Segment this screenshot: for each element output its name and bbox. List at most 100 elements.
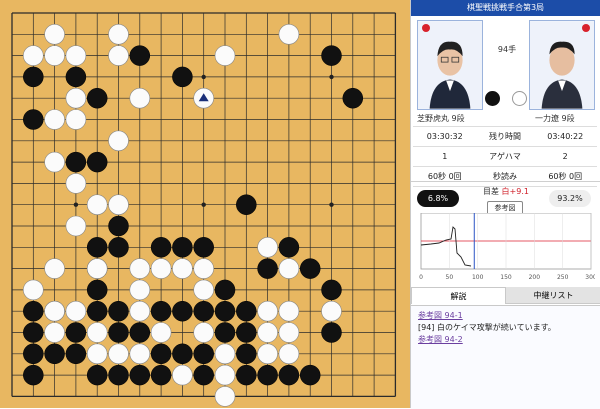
black-stone <box>172 66 193 88</box>
black-stone <box>236 194 257 215</box>
white-stone <box>214 45 236 66</box>
player-photo-icon <box>418 21 482 109</box>
tab-commentary[interactable]: 解説 <box>411 287 506 304</box>
white-stone <box>129 258 151 279</box>
white-stone <box>257 343 278 365</box>
black-stone <box>150 364 172 386</box>
white-stone <box>86 322 108 343</box>
white-stone <box>150 322 172 343</box>
black-stone <box>86 87 108 109</box>
black-stone <box>86 279 108 301</box>
white-stone <box>44 23 65 45</box>
black-stone <box>193 364 214 386</box>
agehama-label: アゲハマ <box>476 146 534 167</box>
white-stone <box>150 258 172 279</box>
white-stone <box>65 109 87 130</box>
black-stone <box>108 322 129 343</box>
divider <box>411 181 600 182</box>
black-stone <box>150 343 172 365</box>
white-stone <box>108 343 129 365</box>
black-stone <box>236 364 257 386</box>
black-stone <box>321 279 342 301</box>
white-stone <box>193 258 214 279</box>
black-stone <box>23 300 44 322</box>
black-stone <box>129 45 151 66</box>
white-time: 03:40:22 <box>533 126 597 147</box>
white-stone <box>108 130 129 152</box>
black-stone <box>65 322 87 343</box>
black-stone <box>172 237 193 258</box>
black-stone <box>299 258 321 279</box>
white-stone <box>172 258 193 279</box>
win-rate-graph[interactable]: 0 50 100 150 200 250 300 <box>417 213 595 283</box>
black-stone <box>65 343 87 365</box>
black-agehama: 1 <box>413 146 477 167</box>
black-stone <box>108 300 129 322</box>
move-number: 94手 <box>497 45 517 54</box>
black-time: 03:30:32 <box>413 126 477 147</box>
white-stone <box>193 322 214 343</box>
white-stone <box>257 300 278 322</box>
score-diff-label: 目差 <box>483 187 499 196</box>
tab-record-list[interactable]: 中継リスト <box>506 287 600 304</box>
white-stone <box>257 237 278 258</box>
black-stone <box>342 87 364 109</box>
black-stone <box>278 364 300 386</box>
black-win-rate: 6.8% <box>417 190 459 207</box>
black-stone <box>108 237 129 258</box>
commentary-link-1[interactable]: 参考図 94-1 <box>418 310 463 321</box>
black-stone <box>150 300 172 322</box>
white-stone <box>193 279 214 301</box>
side-panel: 棋聖戦挑戦手合第3局 94手 芝野虎丸 9段 一力遼 9段 03:30:32 残… <box>410 0 600 409</box>
star-point <box>329 202 334 207</box>
black-stone <box>86 364 108 386</box>
black-stone <box>172 343 193 365</box>
black-stone <box>321 322 342 343</box>
black-player-photo <box>417 20 483 110</box>
white-stone <box>22 45 44 66</box>
board-grid[interactable] <box>0 0 410 408</box>
black-stone <box>150 237 172 258</box>
white-stone <box>278 322 300 343</box>
black-stone <box>193 237 214 258</box>
flag-icon <box>582 24 590 32</box>
black-stone <box>214 279 236 301</box>
white-stone <box>44 300 65 322</box>
white-player-name: 一力遼 9段 <box>535 114 575 123</box>
black-stone <box>172 300 193 322</box>
black-stone <box>129 322 151 343</box>
graph-tick-label: 150 <box>500 274 512 281</box>
white-stone <box>278 300 300 322</box>
black-stone <box>193 343 214 365</box>
graph-tick-label: 0 <box>419 274 423 281</box>
black-stone <box>278 237 300 258</box>
black-stone <box>108 364 129 386</box>
commentary-panel: 参考図 94-1 [94] 白のケイマ攻撃が続いています。 参考図 94-2 <box>411 305 600 409</box>
white-player-photo <box>529 20 595 110</box>
white-stone <box>44 151 65 173</box>
star-point <box>201 202 206 207</box>
byoyomi-label: 秒読み <box>476 166 534 187</box>
black-stone <box>129 364 151 386</box>
white-stone <box>108 23 129 45</box>
white-stone <box>44 109 65 130</box>
white-stone <box>44 258 65 279</box>
commentary-link-2[interactable]: 参考図 94-2 <box>418 334 463 345</box>
black-stone <box>214 300 236 322</box>
white-stone <box>108 194 129 215</box>
white-stone <box>65 215 87 237</box>
flag-icon <box>422 24 430 32</box>
graph-tick-label: 50 <box>446 274 454 281</box>
white-agehama: 2 <box>533 146 597 167</box>
black-player-name: 芝野虎丸 9段 <box>417 114 465 123</box>
time-table: 03:30:32 残り時間 03:40:22 1 アゲハマ 2 60秒 0回 秒… <box>413 126 597 187</box>
white-stone <box>321 300 342 322</box>
black-stone <box>23 66 44 88</box>
white-stone <box>257 322 278 343</box>
white-stone <box>214 364 236 386</box>
graph-tick-label: 200 <box>529 274 541 281</box>
black-stone <box>321 45 342 66</box>
black-stone <box>86 300 108 322</box>
star-point <box>201 74 206 80</box>
go-board[interactable] <box>0 0 410 408</box>
